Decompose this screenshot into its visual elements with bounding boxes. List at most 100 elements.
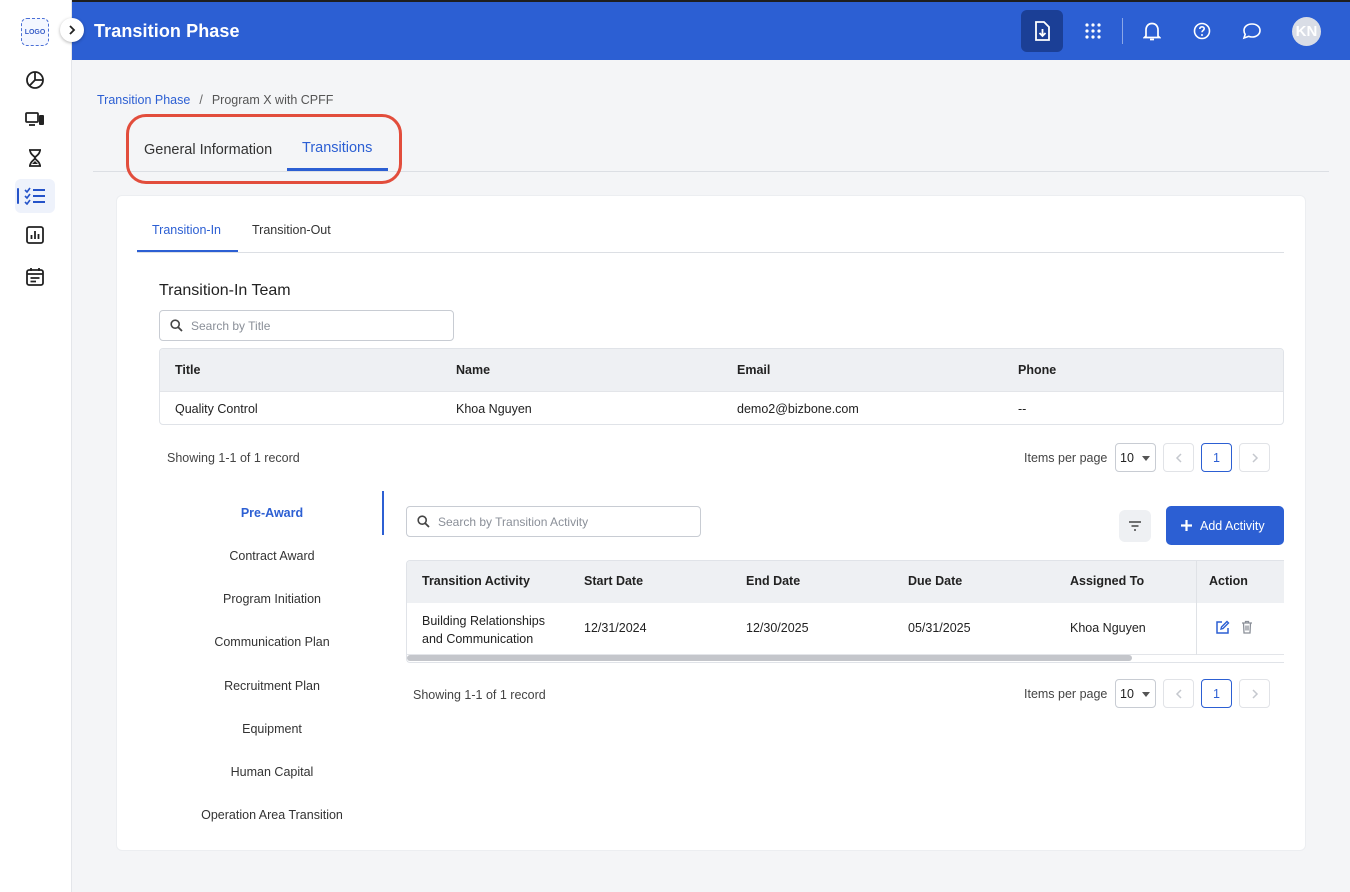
trash-icon	[1242, 620, 1252, 634]
column-header-due-date[interactable]: Due Date	[908, 574, 962, 588]
step-pre-award[interactable]: Pre-Award	[162, 506, 382, 520]
breadcrumb-root-link[interactable]: Transition Phase	[97, 93, 190, 107]
step-operation-area-transition[interactable]: Operation Area Transition	[162, 808, 382, 822]
chevron-right-icon	[69, 25, 76, 35]
file-download-icon	[1035, 21, 1050, 41]
filter-icon	[1129, 521, 1141, 531]
caret-down-icon	[1142, 692, 1150, 697]
column-header-end-date[interactable]: End Date	[746, 574, 800, 588]
user-avatar[interactable]: KN	[1292, 17, 1321, 46]
team-items-per-page-label: Items per page	[1024, 451, 1108, 465]
sidebar-item-transitions[interactable]	[15, 179, 55, 213]
chevron-right-icon	[1251, 688, 1258, 699]
column-header-assigned-to[interactable]: Assigned To	[1070, 574, 1144, 588]
chat-button[interactable]	[1231, 10, 1273, 52]
step-equipment[interactable]: Equipment	[162, 722, 382, 736]
calendar-icon	[26, 267, 44, 286]
sidebar-item-dashboard[interactable]	[15, 63, 55, 97]
search-icon	[417, 515, 430, 528]
activity-search-input[interactable]	[438, 514, 679, 529]
download-button[interactable]	[1021, 10, 1063, 52]
filter-button[interactable]	[1119, 510, 1151, 542]
column-header-phone[interactable]: Phone	[1018, 363, 1056, 377]
action-column-header: Action	[1197, 561, 1284, 603]
add-activity-button[interactable]: Add Activity	[1166, 506, 1284, 545]
step-contract-award[interactable]: Contract Award	[162, 549, 382, 563]
cell-name: Khoa Nguyen	[456, 402, 532, 416]
page-title: Transition Phase	[94, 21, 240, 41]
team-record-count: Showing 1-1 of 1 record	[167, 451, 300, 465]
column-header-title[interactable]: Title	[175, 363, 200, 377]
action-column: Action	[1196, 561, 1284, 655]
activity-table-header: Transition Activity Start Date End Date …	[407, 561, 1284, 603]
team-prev-page-button[interactable]	[1163, 443, 1194, 472]
column-header-action: Action	[1209, 574, 1248, 588]
plus-icon	[1181, 520, 1192, 531]
activity-record-count: Showing 1-1 of 1 record	[413, 688, 546, 702]
team-next-page-button[interactable]	[1239, 443, 1270, 472]
sidebar-item-reports[interactable]	[15, 218, 55, 252]
expand-sidebar-button[interactable]	[60, 18, 84, 42]
app-logo[interactable]: LOGO	[21, 18, 49, 46]
horizontal-scrollbar[interactable]	[407, 655, 1132, 661]
sidebar-item-timeline[interactable]	[15, 141, 55, 175]
active-subtab-indicator	[137, 250, 238, 252]
top-header: Transition Phase KN	[72, 0, 1350, 60]
edit-button[interactable]	[1215, 620, 1230, 640]
cell-email: demo2@bizbone.com	[737, 402, 859, 416]
caret-down-icon	[1142, 456, 1150, 461]
activity-search	[406, 506, 701, 537]
header-divider	[1122, 18, 1123, 44]
annotation-highlight	[126, 114, 402, 184]
activity-current-page-button[interactable]: 1	[1201, 679, 1232, 708]
breadcrumb-current: Program X with CPFF	[211, 93, 334, 107]
table-row[interactable]: Quality Control Khoa Nguyen demo2@bizbon…	[160, 391, 1283, 424]
delete-button[interactable]	[1241, 620, 1253, 639]
apps-button[interactable]	[1072, 10, 1114, 52]
search-icon	[170, 319, 183, 332]
team-table-header: Title Name Email Phone	[160, 349, 1283, 391]
chevron-left-icon	[1175, 688, 1182, 699]
active-step-indicator	[382, 491, 384, 535]
cell-title: Quality Control	[175, 402, 258, 416]
chat-icon	[1242, 23, 1261, 40]
team-search-input[interactable]	[191, 318, 432, 333]
action-cell	[1197, 603, 1284, 655]
team-current-page-button[interactable]: 1	[1201, 443, 1232, 472]
table-row[interactable]: Building Relationships and Communication…	[407, 603, 1284, 655]
cell-phone: --	[1018, 402, 1027, 416]
activity-name-line-2: and Communication	[422, 632, 534, 646]
hourglass-icon	[29, 149, 41, 167]
sidebar-item-devices[interactable]	[15, 102, 55, 136]
subtabs-divider	[137, 252, 1284, 253]
column-header-email[interactable]: Email	[737, 363, 770, 377]
notifications-button[interactable]	[1131, 10, 1173, 52]
sidebar-item-calendar[interactable]	[15, 259, 55, 293]
checklist-icon	[24, 187, 45, 205]
cell-transition-activity: Building Relationships and Communication	[422, 612, 545, 648]
apps-grid-icon	[1085, 23, 1101, 39]
team-table: Title Name Email Phone Quality Control K…	[159, 348, 1284, 425]
activity-items-per-page-select[interactable]: 10	[1115, 679, 1156, 708]
step-human-capital[interactable]: Human Capital	[162, 765, 382, 779]
bell-icon	[1143, 22, 1161, 41]
step-recruitment-plan[interactable]: Recruitment Plan	[162, 679, 382, 693]
add-activity-label: Add Activity	[1200, 518, 1265, 533]
tab-transition-out[interactable]: Transition-Out	[252, 223, 331, 237]
chevron-right-icon	[1251, 452, 1258, 463]
column-header-start-date[interactable]: Start Date	[584, 574, 643, 588]
step-communication-plan[interactable]: Communication Plan	[162, 635, 382, 649]
column-header-name[interactable]: Name	[456, 363, 490, 377]
cell-end-date: 12/30/2025	[746, 621, 809, 635]
activity-name-line-1: Building Relationships	[422, 614, 545, 628]
activity-prev-page-button[interactable]	[1163, 679, 1194, 708]
activity-items-per-page-label: Items per page	[1024, 687, 1108, 701]
activity-next-page-button[interactable]	[1239, 679, 1270, 708]
tab-transition-in[interactable]: Transition-In	[152, 223, 221, 237]
team-items-per-page-select[interactable]: 10	[1115, 443, 1156, 472]
column-header-transition-activity[interactable]: Transition Activity	[422, 574, 530, 588]
bar-chart-icon	[26, 226, 44, 244]
help-button[interactable]	[1181, 10, 1223, 52]
step-program-initiation[interactable]: Program Initiation	[162, 592, 382, 606]
help-icon	[1193, 22, 1211, 40]
